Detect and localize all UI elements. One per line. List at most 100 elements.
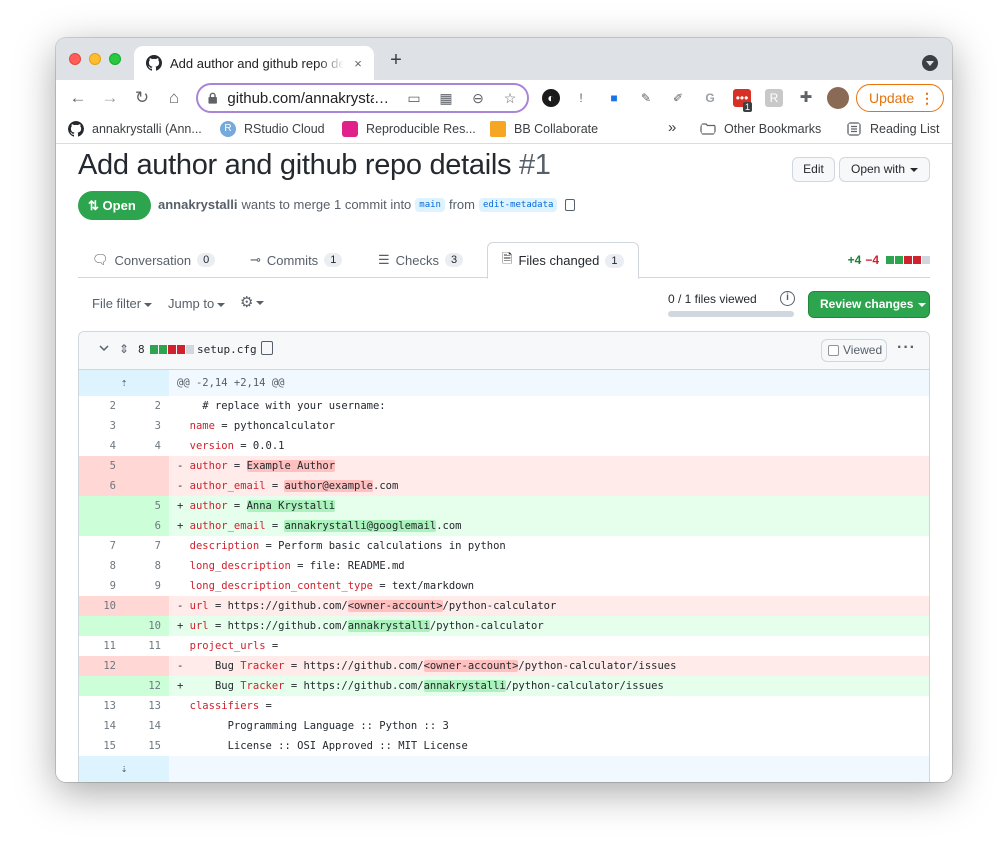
old-line-number[interactable]: 9 [79, 576, 124, 596]
old-line-number[interactable] [79, 616, 124, 636]
zoom-icon[interactable]: ⊖ [469, 89, 487, 107]
tab-search-icon[interactable] [922, 55, 938, 71]
address-bar[interactable]: github.com/annakrystalli … ▭ ▦ ⊖ ☆ [196, 83, 529, 113]
new-line-number[interactable]: 3 [124, 416, 169, 436]
viewed-checkbox[interactable]: Viewed [821, 339, 887, 362]
home-icon[interactable]: ⌂ [164, 88, 184, 108]
info-icon[interactable]: i [780, 291, 795, 306]
old-line-number[interactable]: 7 [79, 536, 124, 556]
bookmark-star-icon[interactable]: ☆ [501, 89, 519, 107]
new-line-number[interactable]: 15 [124, 736, 169, 756]
new-line-number[interactable]: 6 [124, 516, 169, 536]
expand-down-icon[interactable]: ⇣ [79, 756, 169, 782]
chevron-down-icon[interactable] [99, 343, 109, 353]
old-line-number[interactable]: 11 [79, 636, 124, 656]
edit-button[interactable]: Edit [792, 157, 835, 182]
checkbox[interactable] [828, 345, 839, 356]
reading-list[interactable]: Reading List [846, 121, 940, 137]
review-changes-button[interactable]: Review changes [808, 291, 930, 318]
file-name[interactable]: setup.cfg [197, 343, 257, 356]
code-highlight: <owner-account> [423, 660, 519, 672]
old-line-number[interactable] [79, 496, 124, 516]
new-line-number[interactable]: 7 [124, 536, 169, 556]
update-button[interactable]: Update ⋮ [856, 84, 944, 112]
new-line-number[interactable] [124, 456, 169, 476]
extension-icon[interactable]: ■ [605, 89, 623, 107]
extension-icon[interactable]: ✎ [637, 89, 655, 107]
bookmark-item[interactable]: BB Collaborate [490, 121, 598, 137]
author-link[interactable]: annakrystalli [158, 197, 238, 212]
old-line-number[interactable]: 2 [79, 396, 124, 416]
old-line-number[interactable]: 15 [79, 736, 124, 756]
new-line-number[interactable]: 9 [124, 576, 169, 596]
unfold-icon[interactable]: ⇕ [119, 342, 133, 356]
cast-icon[interactable]: ▭ [405, 89, 423, 107]
avatar[interactable] [827, 87, 849, 109]
url-text[interactable]: github.com/annakrystalli [227, 90, 374, 107]
minimize-window-button[interactable] [89, 53, 101, 65]
bookmark-item[interactable]: R RStudio Cloud [220, 121, 325, 137]
new-line-number[interactable]: 14 [124, 716, 169, 736]
old-line-number[interactable]: 13 [79, 696, 124, 716]
puzzle-icon[interactable]: ✚ [797, 89, 815, 107]
bookmark-item[interactable]: annakrystalli (Ann... [68, 121, 202, 137]
old-line-number[interactable] [79, 516, 124, 536]
browser-tab[interactable]: Add author and github repo details × [134, 46, 374, 80]
new-line-number[interactable]: 8 [124, 556, 169, 576]
collaborate-icon [490, 121, 506, 137]
new-tab-button[interactable]: + [386, 50, 406, 70]
new-line-number[interactable]: 2 [124, 396, 169, 416]
copy-icon[interactable] [565, 198, 576, 211]
old-line-number[interactable]: 14 [79, 716, 124, 736]
qr-code-icon[interactable]: ▦ [437, 89, 455, 107]
other-bookmarks[interactable]: Other Bookmarks [700, 121, 821, 137]
tab-conversation[interactable]: 🗨 Conversation 0 [92, 242, 216, 278]
forward-icon[interactable]: → [100, 88, 120, 108]
extension-icon[interactable]: R [765, 89, 783, 107]
bookmark-item[interactable]: Reproducible Res... [342, 121, 476, 137]
expand-up-icon[interactable]: ⇡ [79, 370, 169, 396]
new-line-number[interactable] [124, 476, 169, 496]
new-line-number[interactable] [124, 656, 169, 676]
extension-icon[interactable]: ! [572, 89, 590, 107]
new-line-number[interactable] [124, 596, 169, 616]
copy-icon[interactable] [261, 341, 273, 355]
tab-close-icon[interactable]: × [350, 56, 366, 71]
close-window-button[interactable] [69, 53, 81, 65]
tab-label: Files changed [518, 253, 600, 268]
new-line-number[interactable]: 4 [124, 436, 169, 456]
old-line-number[interactable]: 4 [79, 436, 124, 456]
settings-dropdown[interactable]: ⚙ [240, 293, 265, 311]
new-line-number[interactable]: 10 [124, 616, 169, 636]
bookmarks-overflow-icon[interactable]: » [668, 119, 676, 136]
diff-sign [177, 540, 190, 552]
jump-to-dropdown[interactable]: Jump to [168, 296, 226, 311]
back-icon[interactable]: ← [68, 88, 88, 108]
reload-icon[interactable]: ↻ [132, 88, 152, 108]
new-line-number[interactable]: 5 [124, 496, 169, 516]
new-line-number[interactable]: 11 [124, 636, 169, 656]
new-line-number[interactable]: 13 [124, 696, 169, 716]
more-options-icon[interactable]: ··· [897, 339, 916, 357]
diff-sign: + [177, 620, 190, 632]
code-text: = https://github.com/ [284, 680, 424, 692]
extension-icon[interactable]: ◐ [542, 89, 560, 107]
new-line-number[interactable]: 12 [124, 676, 169, 696]
old-line-number[interactable] [79, 676, 124, 696]
base-branch[interactable]: main [415, 197, 445, 212]
old-line-number[interactable]: 8 [79, 556, 124, 576]
maximize-window-button[interactable] [109, 53, 121, 65]
open-with-button[interactable]: Open with [839, 157, 930, 182]
grammarly-icon[interactable]: G [701, 89, 719, 107]
old-line-number[interactable]: 12 [79, 656, 124, 676]
file-filter-dropdown[interactable]: File filter [92, 296, 153, 311]
head-branch[interactable]: edit-metadata [478, 197, 558, 212]
old-line-number[interactable]: 10 [79, 596, 124, 616]
eyedropper-icon[interactable]: ✐ [669, 89, 687, 107]
old-line-number[interactable]: 3 [79, 416, 124, 436]
tab-checks[interactable]: ☰ Checks 3 [378, 242, 464, 278]
tab-commits[interactable]: ⊸ Commits 1 [250, 242, 343, 278]
old-line-number[interactable]: 6 [79, 476, 124, 496]
old-line-number[interactable]: 5 [79, 456, 124, 476]
tab-files-changed[interactable]: 🗎 Files changed 1 [487, 242, 639, 279]
